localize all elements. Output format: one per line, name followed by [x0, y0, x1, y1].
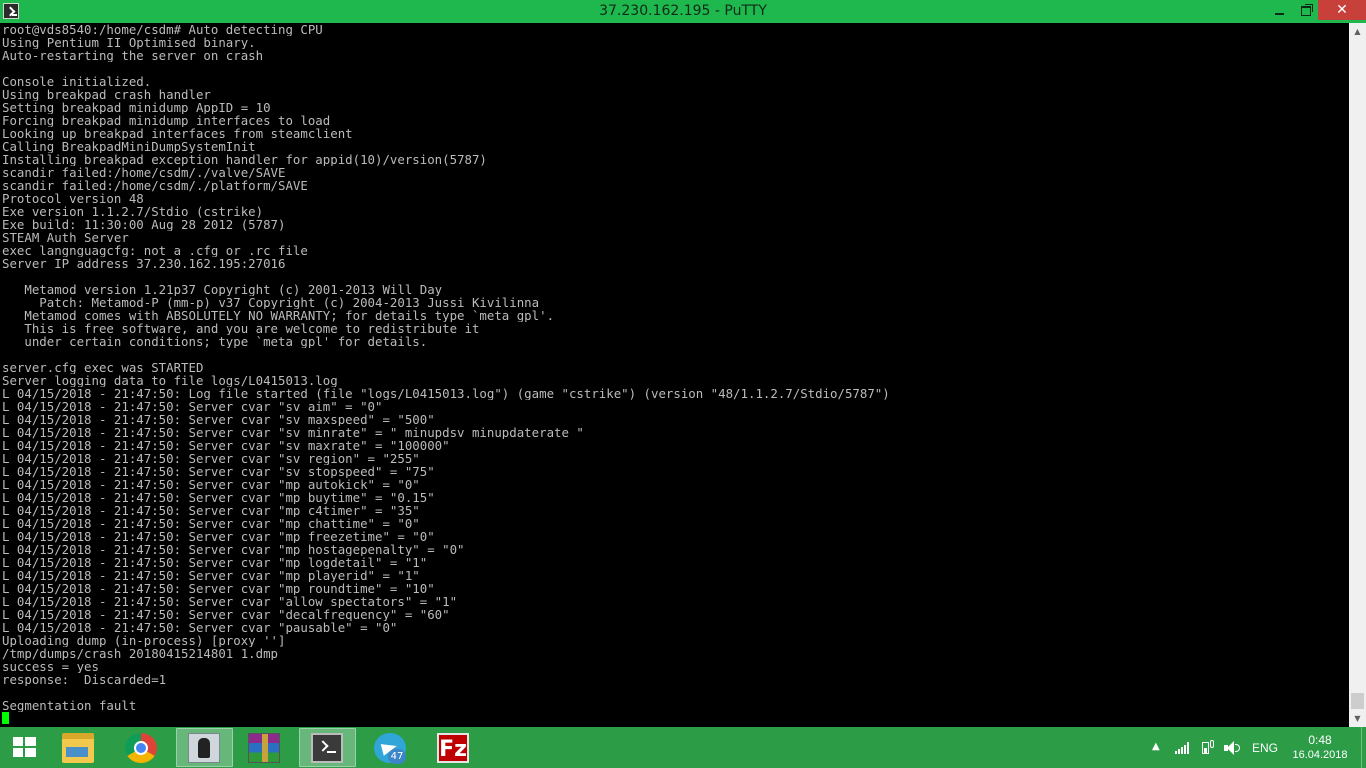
terminal-lines: root@vds8540:/home/csdm# Auto detecting …	[2, 23, 1342, 725]
windows-logo-icon	[13, 737, 37, 759]
clock-date: 16.04.2018	[1292, 749, 1348, 761]
terminal-line: exec langnguagcfg: not a .cfg or .rc fil…	[2, 244, 308, 257]
terminal-line: L 04/15/2018 - 21:47:50: Server cvar "mp…	[2, 491, 435, 504]
terminal-line: L 04/15/2018 - 21:47:50: Server cvar "de…	[2, 608, 450, 621]
scroll-up-icon[interactable]: ▲	[1349, 23, 1366, 40]
terminal-line: Using Pentium II Optimised binary.	[2, 36, 256, 49]
terminal-line: Server IP address 37.230.162.195:27016	[2, 257, 286, 270]
terminal-line: scandir failed:/home/csdm/./valve/SAVE	[2, 166, 286, 179]
network-signal-icon[interactable]	[1175, 742, 1191, 754]
volume-icon[interactable]	[1224, 741, 1240, 755]
minimize-button[interactable]	[1265, 0, 1293, 22]
terminal-line: This is free software, and you are welco…	[2, 322, 480, 335]
vertical-scrollbar[interactable]: ▲ ▼	[1349, 23, 1366, 727]
minimize-icon	[1274, 12, 1284, 15]
taskbar-counter-strike[interactable]	[176, 728, 233, 767]
text-cursor	[2, 712, 9, 724]
terminal-line: L 04/15/2018 - 21:47:50: Server cvar "sv…	[2, 413, 435, 426]
terminal-line: L 04/15/2018 - 21:47:50: Server cvar "sv…	[2, 465, 435, 478]
restore-icon	[1301, 5, 1311, 16]
terminal-line: Exe version 1.1.2.7/Stdio (cstrike)	[2, 205, 264, 218]
start-button[interactable]	[0, 727, 48, 768]
terminal-line: root@vds8540:/home/csdm# Auto detecting …	[2, 23, 323, 36]
terminal-line: L 04/15/2018 - 21:47:50: Server cvar "sv…	[2, 439, 450, 452]
terminal-line: L 04/15/2018 - 21:47:50: Server cvar "sv…	[2, 452, 420, 465]
terminal-line: L 04/15/2018 - 21:47:50: Log file starte…	[2, 387, 890, 400]
terminal-line: L 04/15/2018 - 21:47:50: Server cvar "mp…	[2, 556, 428, 569]
terminal-line: Exe build: 11:30:00 Aug 28 2012 (5787)	[2, 218, 286, 231]
system-clock[interactable]: 0:48 16.04.2018	[1288, 733, 1352, 763]
terminal-line: Looking up breakpad interfaces from stea…	[2, 127, 353, 140]
close-icon: ✕	[1336, 2, 1348, 18]
window-titlebar[interactable]: 37.230.162.195 - PuTTY ✕	[0, 0, 1366, 23]
taskbar-winrar[interactable]	[236, 728, 293, 767]
terminal-line: Server logging data to file logs/L041501…	[2, 374, 338, 387]
scroll-down-icon[interactable]: ▼	[1349, 710, 1366, 727]
terminal-line: Protocol version 48	[2, 192, 144, 205]
scrollbar-thumb[interactable]	[1351, 693, 1364, 709]
taskbar-file-explorer[interactable]	[50, 728, 107, 767]
terminal-line: L 04/15/2018 - 21:47:50: Server cvar "mp…	[2, 582, 435, 595]
terminal-line: Installing breakpad exception handler fo…	[2, 153, 487, 166]
taskbar-putty[interactable]	[299, 728, 356, 767]
taskbar-filezilla[interactable]: Fz	[425, 728, 482, 767]
terminal-line: Using breakpad crash handler	[2, 88, 211, 101]
counter-strike-icon	[188, 733, 220, 763]
close-button[interactable]: ✕	[1318, 0, 1366, 20]
maximize-button[interactable]	[1292, 0, 1320, 22]
window-title: 37.230.162.195 - PuTTY	[599, 3, 767, 19]
terminal-line: Metamod comes with ABSOLUTELY NO WARRANT…	[2, 309, 555, 322]
terminal-line: Calling BreakpadMiniDumpSystemInit	[2, 140, 256, 153]
show-desktop-button[interactable]	[1361, 727, 1366, 768]
terminal-output[interactable]: root@vds8540:/home/csdm# Auto detecting …	[0, 23, 1349, 727]
terminal-line: L 04/15/2018 - 21:47:50: Server cvar "sv…	[2, 426, 584, 439]
terminal-line: Metamod version 1.21p37 Copyright (c) 20…	[2, 283, 443, 296]
taskbar-telegram[interactable]: 47	[362, 728, 419, 767]
folder-icon	[62, 733, 94, 763]
terminal-line: Segmentation fault	[2, 699, 137, 712]
terminal-line: Console initialized.	[2, 75, 152, 88]
terminal-line: response: Discarded=1	[2, 673, 167, 686]
terminal-line: L 04/15/2018 - 21:47:50: Server cvar "al…	[2, 595, 458, 608]
terminal-line: server.cfg exec was STARTED	[2, 361, 204, 374]
terminal-line: L 04/15/2018 - 21:47:50: Server cvar "mp…	[2, 517, 420, 530]
terminal-line: success = yes	[2, 660, 99, 673]
terminal-line: L 04/15/2018 - 21:47:50: Server cvar "mp…	[2, 504, 420, 517]
chrome-icon	[125, 733, 157, 763]
show-hidden-icons-chevron-icon[interactable]: ▲	[1152, 741, 1160, 752]
terminal-line: under certain conditions; type `meta gpl…	[2, 335, 428, 348]
filezilla-icon: Fz	[437, 733, 469, 763]
terminal-line: scandir failed:/home/csdm/./platform/SAV…	[2, 179, 308, 192]
taskbar-chrome[interactable]	[113, 728, 170, 767]
terminal-line: Setting breakpad minidump AppID = 10	[2, 101, 271, 114]
terminal-prompt-line[interactable]	[2, 712, 1342, 725]
terminal-line: L 04/15/2018 - 21:47:50: Server cvar "mp…	[2, 543, 465, 556]
terminal-line: L 04/15/2018 - 21:47:50: Server cvar "sv…	[2, 400, 383, 413]
terminal-line: L 04/15/2018 - 21:47:50: Server cvar "pa…	[2, 621, 398, 634]
terminal-line: L 04/15/2018 - 21:47:50: Server cvar "mp…	[2, 530, 435, 543]
clock-time: 0:48	[1308, 733, 1332, 747]
terminal-line: Auto-restarting the server on crash	[2, 49, 264, 62]
terminal-line: L 04/15/2018 - 21:47:50: Server cvar "mp…	[2, 478, 420, 491]
terminal-line: L 04/15/2018 - 21:47:50: Server cvar "mp…	[2, 569, 420, 582]
winrar-icon	[248, 733, 280, 763]
telegram-unread-badge: 47	[388, 749, 406, 764]
taskbar: 47 Fz ▲ ENG 0:48 16.04.2018	[0, 727, 1366, 768]
terminal-line: Patch: Metamod-P (mm-p) v37 Copyright (c…	[2, 296, 540, 309]
terminal-line: Forcing breakpad minidump interfaces to …	[2, 114, 331, 127]
putty-icon	[311, 733, 343, 763]
battery-charging-icon[interactable]	[1200, 740, 1214, 754]
terminal-line: STEAM Auth Server	[2, 231, 129, 244]
input-language-indicator[interactable]: ENG	[1252, 741, 1278, 755]
terminal-line: Uploading dump (in-process) [proxy '']	[2, 634, 286, 647]
terminal-line: /tmp/dumps/crash_20180415214801_1.dmp	[2, 647, 279, 660]
